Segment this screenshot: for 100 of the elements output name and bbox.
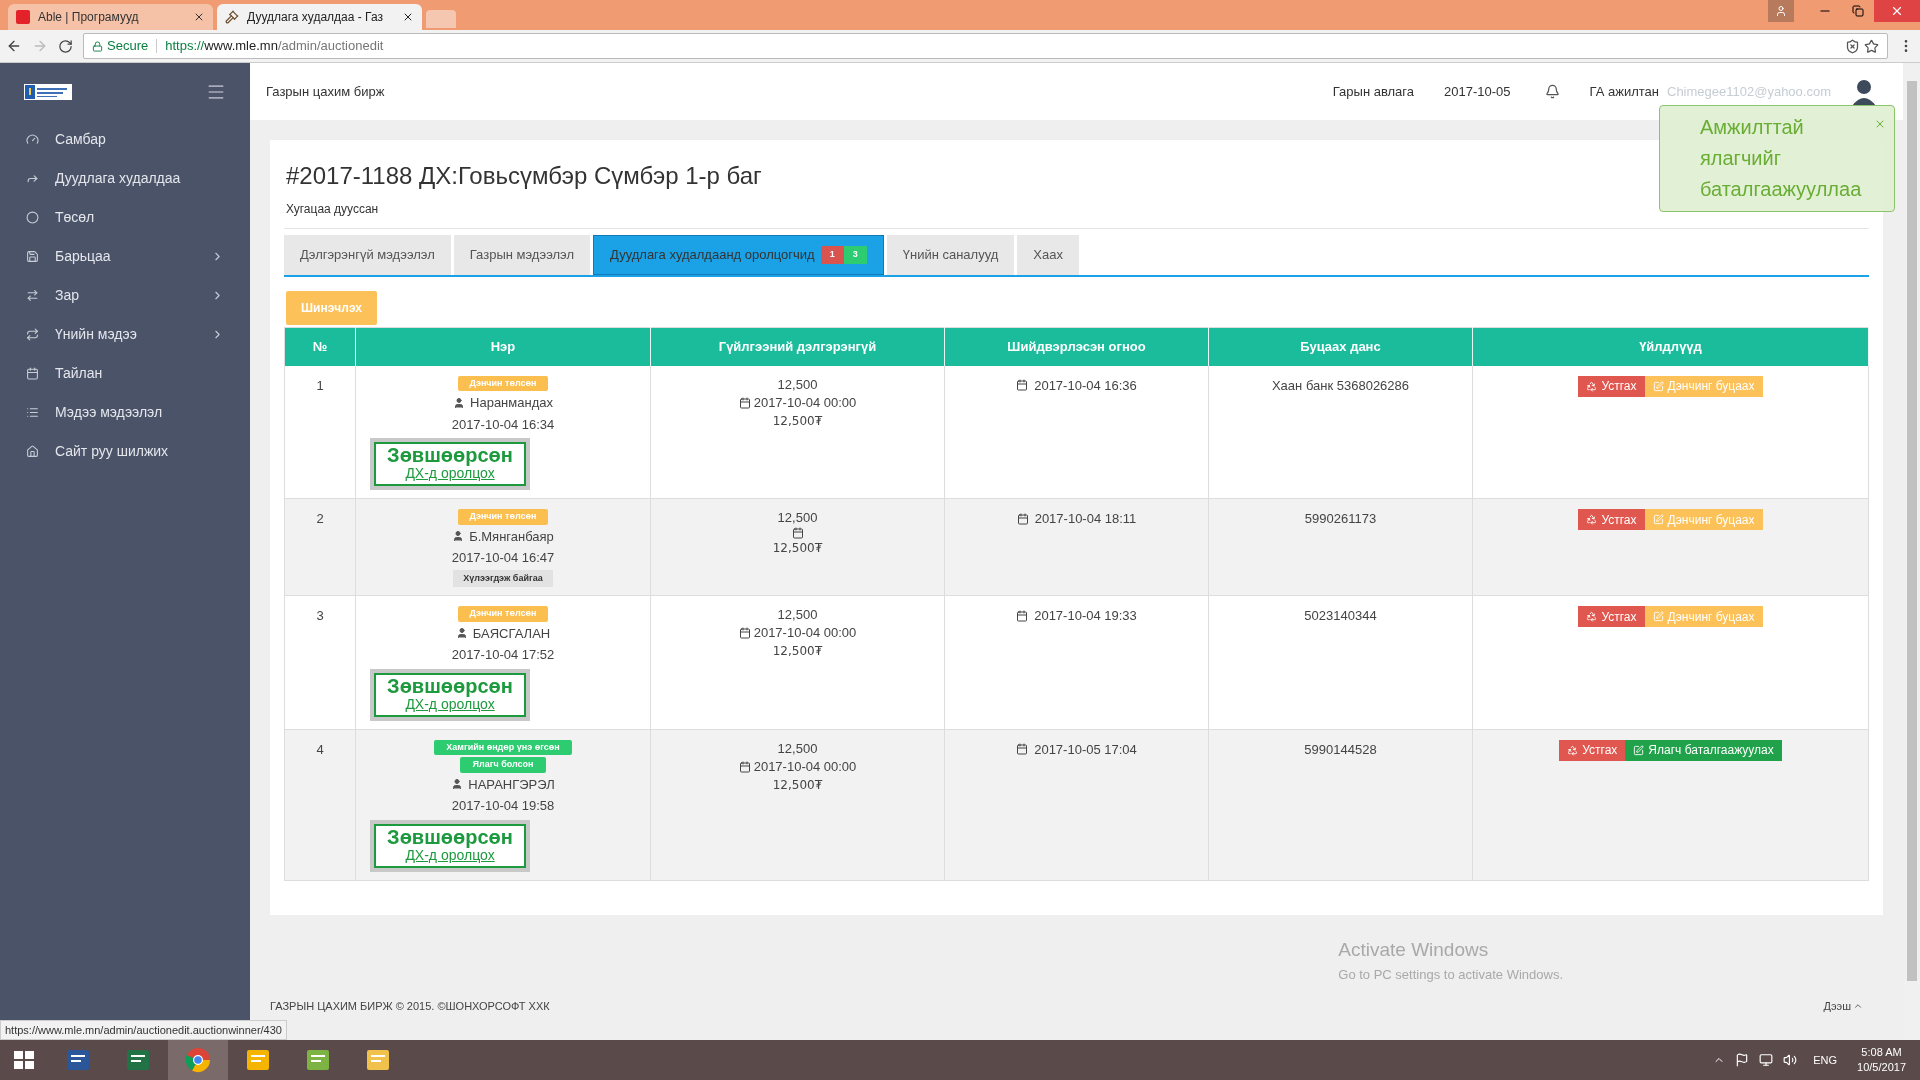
recycle-icon bbox=[1586, 611, 1598, 622]
back-to-top-link[interactable]: Дээш bbox=[1823, 997, 1863, 1015]
page-tab[interactable]: Газрын мэдээлэл bbox=[453, 235, 591, 275]
close-icon[interactable] bbox=[402, 11, 414, 23]
column-header: Буцаах данс bbox=[1208, 327, 1473, 366]
sidebar-item[interactable]: Дуудлага худалдаа bbox=[0, 159, 250, 198]
user-icon bbox=[455, 627, 468, 640]
sidebar-item[interactable]: Үнийн мэдээ bbox=[0, 315, 250, 354]
date-text: 2017-10-05 bbox=[1444, 82, 1511, 101]
close-icon[interactable] bbox=[193, 11, 205, 23]
column-header: Нэр bbox=[355, 327, 651, 366]
sidebar-item[interactable]: Самбар bbox=[0, 120, 250, 159]
row-number: 2 bbox=[316, 511, 324, 526]
calendar-icon bbox=[1016, 609, 1029, 622]
sidebar-item[interactable]: Мэдээ мэдээлэл bbox=[0, 393, 250, 432]
refund-account: 5990261173 bbox=[1304, 511, 1377, 526]
column-header: Үйлдлүүд bbox=[1472, 327, 1869, 366]
sidebar-item[interactable]: Тайлан bbox=[0, 354, 250, 393]
sidebar-item[interactable]: Сайт руу шилжих bbox=[0, 432, 250, 471]
decided-date: 2017-10-04 18:11 bbox=[1034, 510, 1137, 528]
confirm-winner-button[interactable]: Ялагч баталгаажуулах bbox=[1625, 739, 1782, 761]
chrome-icon[interactable] bbox=[168, 1040, 228, 1080]
decided-date: 2017-10-05 17:04 bbox=[1034, 740, 1137, 759]
swap-arrows-icon bbox=[26, 289, 39, 302]
sidebar-item[interactable]: Зар bbox=[0, 276, 250, 315]
refund-account: 5023140344 bbox=[1304, 608, 1377, 623]
user-icon[interactable] bbox=[1768, 0, 1794, 22]
clock[interactable]: 5:08 AM 10/5/2017 bbox=[1857, 1045, 1906, 1075]
row-number: 4 bbox=[316, 741, 324, 757]
scrollbar[interactable] bbox=[1903, 63, 1920, 1040]
user-email: Chimegee1102@yahoo.com bbox=[1667, 82, 1831, 101]
count-badge: 3 bbox=[843, 246, 867, 264]
network-icon[interactable] bbox=[1759, 1053, 1774, 1067]
count-badge: 1 bbox=[820, 246, 844, 264]
calendar-icon bbox=[1016, 512, 1029, 525]
status-badge: Ялагч болсон bbox=[460, 757, 546, 773]
registered-time: 2017-10-04 16:34 bbox=[451, 415, 555, 434]
close-icon bbox=[1890, 4, 1904, 18]
page-tab[interactable]: Дуудлага худалдаанд оролцогчид 1 3 bbox=[593, 235, 884, 275]
reload-icon[interactable] bbox=[58, 38, 73, 54]
page-tab[interactable]: Үнийн саналууд bbox=[886, 235, 1015, 275]
approval-stamp[interactable]: Зөвшөөрсөн ДХ-д оролцох bbox=[370, 438, 530, 490]
app-icon bbox=[16, 10, 30, 24]
address-bar[interactable]: Secure https://www.mle.mn/admin/auctionedit bbox=[83, 33, 1888, 59]
user-role: ГА ажилтан bbox=[1589, 82, 1659, 101]
site-title: Газрын цахим бирж bbox=[266, 82, 385, 101]
payment-date: 2017-10-04 00:00 bbox=[753, 624, 857, 642]
payment-date: 2017-10-04 00:00 bbox=[753, 393, 857, 412]
delete-button[interactable]: Устгах bbox=[1578, 375, 1645, 397]
volume-icon[interactable] bbox=[1783, 1053, 1798, 1067]
sidebar-item[interactable]: Төсөл bbox=[0, 198, 250, 237]
bidder-name: БАЯСГАЛАН bbox=[472, 624, 551, 643]
sidebar-item[interactable]: Барьцаа bbox=[0, 237, 250, 276]
edit-icon bbox=[1652, 611, 1664, 622]
guide-link[interactable]: Гарын авлага bbox=[1332, 81, 1415, 102]
calendar-icon bbox=[738, 396, 751, 409]
calendar-icon bbox=[1016, 743, 1029, 756]
approval-stamp[interactable]: Зөвшөөрсөн ДХ-д оролцох bbox=[370, 668, 530, 721]
logo-icon bbox=[24, 83, 72, 100]
delete-button[interactable]: Устгах bbox=[1559, 739, 1626, 761]
language-indicator[interactable]: ENG bbox=[1813, 1051, 1838, 1069]
tab-title: Able | Програмууд bbox=[38, 9, 140, 26]
refund-account: 5990144528 bbox=[1304, 741, 1377, 757]
delete-button[interactable]: Устгах bbox=[1578, 509, 1645, 530]
avatar-icon[interactable] bbox=[1851, 77, 1877, 106]
list-icon bbox=[26, 406, 39, 419]
footer-copyright: ГАЗРЫН ЦАХИМ БИРЖ © 2015. ©ШОНХОРСОФТ ХХК bbox=[270, 998, 550, 1014]
scrollbar-thumb[interactable] bbox=[1906, 81, 1917, 981]
recycle-icon bbox=[1567, 744, 1579, 756]
browser-tab[interactable]: Дуудлага худалдаа - Газ bbox=[217, 4, 422, 30]
amount-text: 12,500 bbox=[777, 739, 818, 758]
url-text: https://www.mle.mn/admin/auctionedit bbox=[165, 37, 384, 56]
status-badge: Дэнчин төлсөн bbox=[457, 509, 549, 525]
flag-icon[interactable] bbox=[1735, 1053, 1750, 1067]
waiting-label: Хүлээгдэж байгаа bbox=[453, 569, 553, 587]
back-icon[interactable] bbox=[6, 38, 22, 54]
star-icon[interactable] bbox=[1864, 38, 1879, 54]
decided-date: 2017-10-04 19:33 bbox=[1034, 607, 1137, 625]
delete-button[interactable]: Устгах bbox=[1578, 606, 1645, 627]
page-tab[interactable]: Дэлгэрэнгүй мэдээлэл bbox=[284, 235, 451, 275]
shield-icon[interactable] bbox=[1845, 38, 1860, 54]
page-tab[interactable]: Хаах bbox=[1017, 235, 1079, 275]
amount-text: 12,500 bbox=[777, 509, 818, 527]
user-icon bbox=[452, 530, 465, 543]
status-badge: Дэнчин төлсөн bbox=[457, 375, 549, 391]
restore-icon[interactable] bbox=[1852, 5, 1864, 17]
dot-icon bbox=[26, 211, 39, 224]
registered-time: 2017-10-04 17:52 bbox=[451, 646, 555, 664]
bidder-name: НАРАНГЭРЭЛ bbox=[468, 775, 555, 794]
activation-hint: Go to PC settings to activate Windows. bbox=[1338, 965, 1563, 984]
approval-stamp[interactable]: Зөвшөөрсөн ДХ-д оролцох bbox=[370, 819, 530, 872]
payment-date: 2017-10-04 00:00 bbox=[753, 757, 857, 776]
activation-title: Activate Windows bbox=[1338, 938, 1490, 962]
recycle-icon bbox=[1586, 380, 1598, 392]
tab-title: Дуудлага худалдаа - Газ bbox=[247, 9, 384, 26]
bell-icon[interactable] bbox=[1544, 84, 1560, 99]
browser-tab[interactable]: Able | Програмууд bbox=[8, 4, 213, 30]
status-badge: Дэнчин төлсөн bbox=[457, 606, 549, 622]
approval-title: Зөвшөөрсөн bbox=[387, 446, 513, 464]
user-icon bbox=[451, 778, 464, 791]
